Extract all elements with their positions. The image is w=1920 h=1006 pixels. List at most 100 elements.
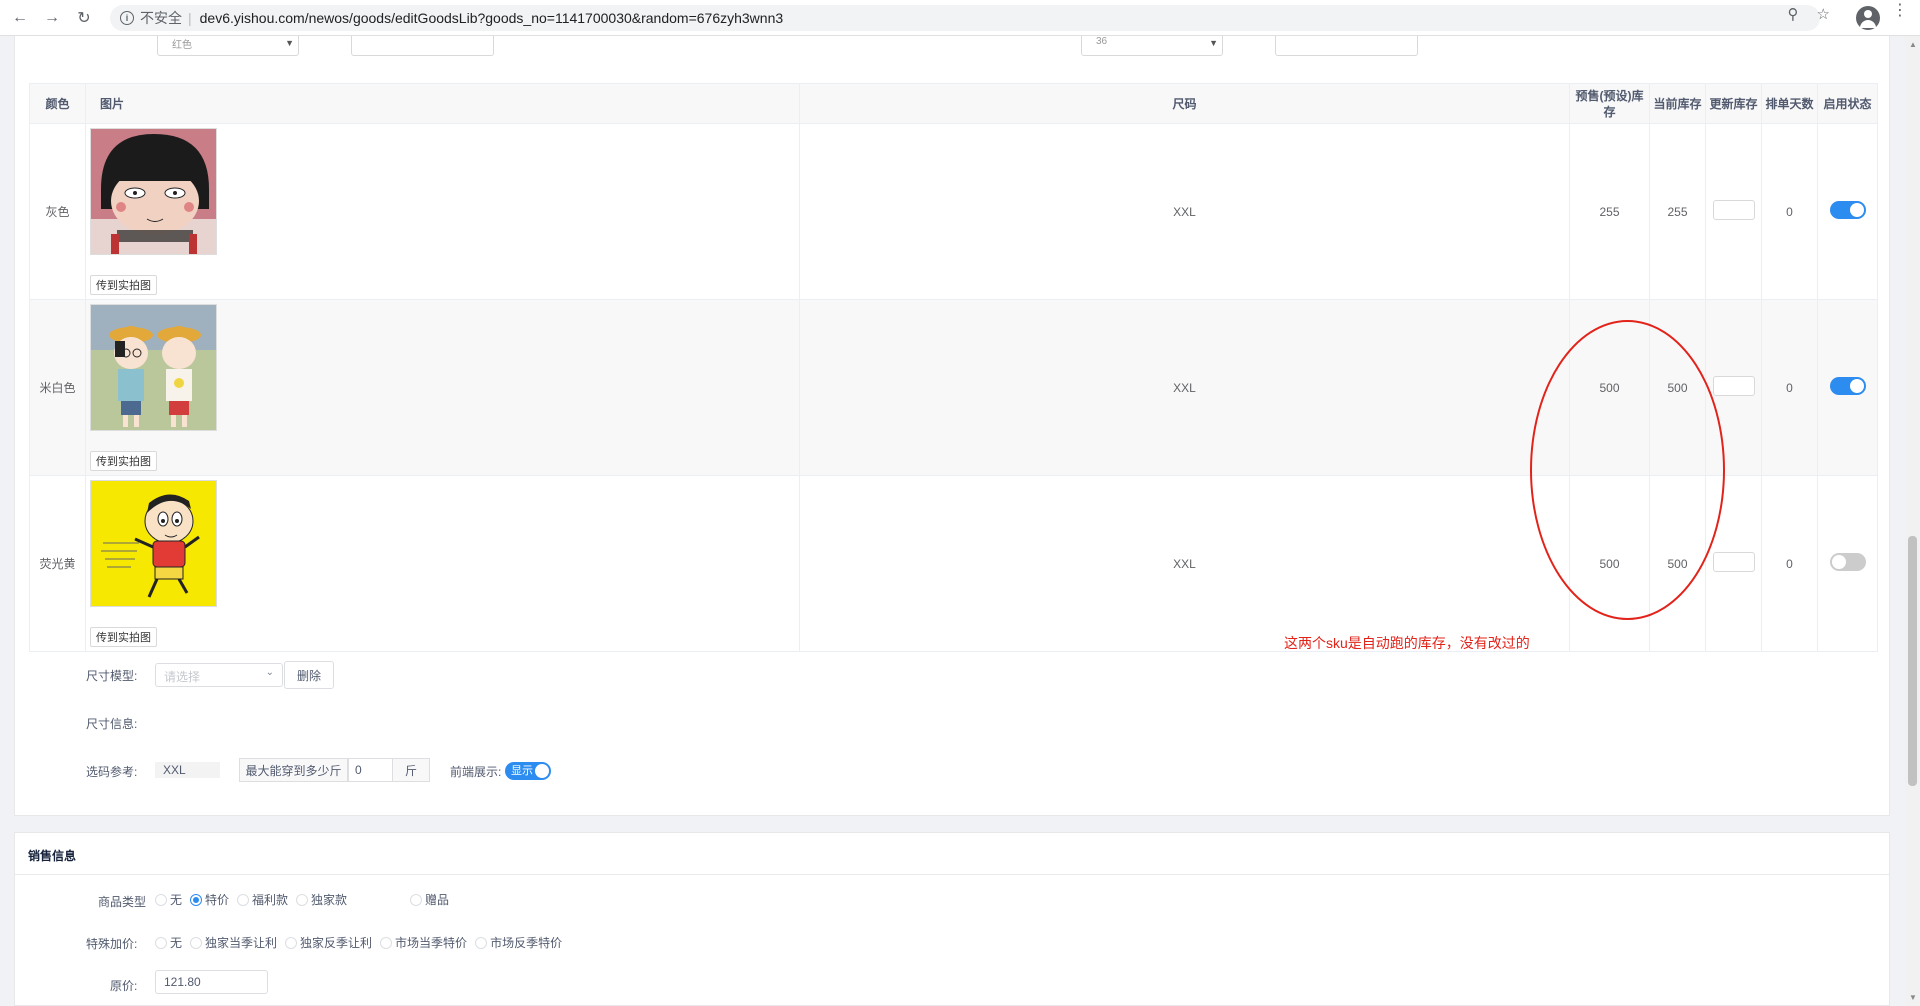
size-model-placeholder: 请选择 — [164, 670, 201, 684]
toggle-knob — [535, 764, 549, 778]
upload-photo-button[interactable]: 传到实拍图 — [90, 627, 157, 647]
update-stock-input[interactable] — [1712, 200, 1755, 220]
address-bar[interactable]: i 不安全 | dev6.yishou.com/newos/goods/edit… — [110, 5, 1820, 31]
radio-option[interactable]: 独家款 — [296, 891, 347, 908]
enable-toggle[interactable] — [1829, 377, 1866, 395]
header-order-days: 排单天数 — [1761, 83, 1818, 124]
table-header-row: 颜色 图片 尺码 预售(预设)库存 当前库存 更新库存 排单天数 启用状态 — [29, 83, 1878, 124]
profile-icon[interactable] — [1856, 6, 1880, 30]
size-model-label: 尺寸模型: — [86, 669, 138, 683]
cell-size: XXL — [799, 123, 1570, 300]
header-size: 尺码 — [799, 83, 1570, 124]
upload-photo-button[interactable]: 传到实拍图 — [90, 275, 157, 295]
annotation-text: 这两个sku是自动跑的库存，没有改过的 — [1284, 635, 1530, 651]
cell-update-stock — [1705, 123, 1762, 300]
radio-option[interactable]: 独家反季让利 — [285, 934, 372, 951]
radio-label: 福利款 — [252, 893, 289, 907]
radio-option[interactable]: 无 — [155, 891, 182, 908]
cell-image: 传到实拍图 — [85, 299, 800, 476]
delete-button[interactable]: 删除 — [284, 661, 334, 689]
radio-label: 无 — [170, 893, 183, 907]
color-select-partial[interactable]: 红色 ▼ — [157, 36, 299, 56]
enable-toggle[interactable] — [1829, 201, 1866, 219]
header-image: 图片 — [85, 83, 800, 124]
radio-label: 赠品 — [425, 893, 450, 907]
reload-icon[interactable]: ↻ — [72, 6, 96, 30]
header-color: 颜色 — [29, 83, 86, 124]
color-input-partial[interactable] — [351, 36, 494, 56]
cell-size: XXL — [799, 299, 1570, 476]
radio-label: 特价 — [205, 893, 230, 907]
vertical-scrollbar[interactable]: ▲ ▼ — [1905, 36, 1920, 1006]
header-enable-status: 启用状态 — [1817, 83, 1878, 124]
cell-image: 传到实拍图 — [85, 123, 800, 300]
radio-option[interactable]: 市场当季特价 — [380, 934, 467, 951]
frontend-display-switch[interactable]: 显示 — [505, 762, 551, 780]
radio-option[interactable]: 市场反季特价 — [475, 934, 562, 951]
radio-option[interactable]: 特价 — [190, 891, 229, 908]
update-stock-input[interactable] — [1712, 376, 1755, 396]
size-ref-value: XXL — [155, 762, 220, 778]
markup-label: 特殊加价: — [86, 937, 138, 951]
info-icon[interactable]: i — [120, 11, 134, 25]
chevron-down-icon: ▼ — [1209, 38, 1218, 48]
sku-table: 颜色 图片 尺码 预售(预设)库存 当前库存 更新库存 排单天数 启用状态 灰色 — [29, 83, 1878, 652]
radio-label: 独家反季让利 — [300, 936, 373, 950]
insecure-label: 不安全 — [140, 10, 182, 26]
radio-checked-icon — [190, 893, 203, 906]
star-icon[interactable]: ☆ — [1817, 5, 1830, 23]
size-select-value: 36 — [1096, 36, 1108, 47]
cell-order-days: 0 — [1761, 299, 1818, 476]
update-stock-input[interactable] — [1712, 552, 1755, 572]
goods-type-label: 商品类型 — [98, 895, 147, 909]
size-ref-label: 选码参考: — [86, 765, 138, 779]
header-update-stock: 更新库存 — [1705, 83, 1762, 124]
color-select-value: 红色 — [172, 40, 192, 51]
scroll-up-icon[interactable]: ▲ — [1909, 40, 1917, 49]
size-input-partial[interactable] — [1275, 36, 1418, 56]
cell-order-days: 0 — [1761, 475, 1818, 652]
cell-update-stock — [1705, 299, 1762, 476]
max-weight-input[interactable]: 0 — [348, 758, 393, 782]
divider — [15, 874, 1889, 875]
weight-unit-label: 斤 — [392, 758, 430, 782]
gift-radio: 赠品 — [410, 891, 457, 908]
radio-label: 独家款 — [311, 893, 348, 907]
cell-enable-status — [1817, 475, 1878, 652]
radio-option[interactable]: 无 — [155, 934, 182, 951]
sku-image[interactable] — [90, 480, 217, 607]
table-row: 灰色 传到实拍图 XXL 255 255 0 — [29, 123, 1878, 300]
address-separator: | — [188, 10, 192, 26]
cartoon-boy-image — [91, 481, 216, 606]
forward-icon[interactable]: → — [40, 6, 64, 30]
radio-option[interactable]: 独家当季让利 — [190, 934, 277, 951]
table-row: 米白色 传到实拍图 XXL 500 500 0 — [29, 299, 1878, 476]
price-label: 原价: — [110, 979, 138, 993]
size-model-select[interactable]: 请选择 ⌄ — [155, 663, 283, 687]
radio-option[interactable]: 赠品 — [410, 891, 449, 908]
radio-label: 独家当季让利 — [205, 936, 278, 950]
cartoon-kids-image — [91, 305, 216, 430]
radio-circle-icon — [155, 893, 167, 906]
price-input[interactable]: 121.80 — [155, 970, 268, 994]
scroll-down-icon[interactable]: ▼ — [1909, 993, 1917, 1002]
menu-icon[interactable]: ⋮ — [1892, 3, 1908, 19]
cell-image: 传到实拍图 — [85, 475, 800, 652]
sku-card: 红色 ▼ 36 ▼ 颜色 图片 尺码 预售(预设)库存 当前库存 更新库存 排单… — [14, 36, 1890, 816]
toggle-knob — [1849, 379, 1864, 393]
scrollbar-thumb[interactable] — [1908, 536, 1917, 786]
url-text[interactable]: dev6.yishou.com/newos/goods/editGoodsLib… — [200, 10, 784, 26]
sku-image[interactable] — [90, 128, 217, 255]
enable-toggle[interactable] — [1829, 553, 1866, 571]
size-select-partial[interactable]: 36 ▼ — [1081, 36, 1223, 56]
zoom-icon[interactable]: ⚲ — [1788, 5, 1799, 23]
radio-option[interactable]: 福利款 — [237, 891, 288, 908]
cell-size: XXL — [799, 475, 1570, 652]
goods-type-radio-group: 无 特价 福利款 独家款 — [155, 891, 355, 908]
address-actions: ⚲ ☆ — [1788, 5, 1830, 23]
upload-photo-button[interactable]: 传到实拍图 — [90, 451, 157, 471]
back-icon[interactable]: ← — [8, 6, 32, 30]
radio-circle-icon — [190, 936, 203, 949]
cell-color: 米白色 — [29, 299, 86, 476]
sku-image[interactable] — [90, 304, 217, 431]
